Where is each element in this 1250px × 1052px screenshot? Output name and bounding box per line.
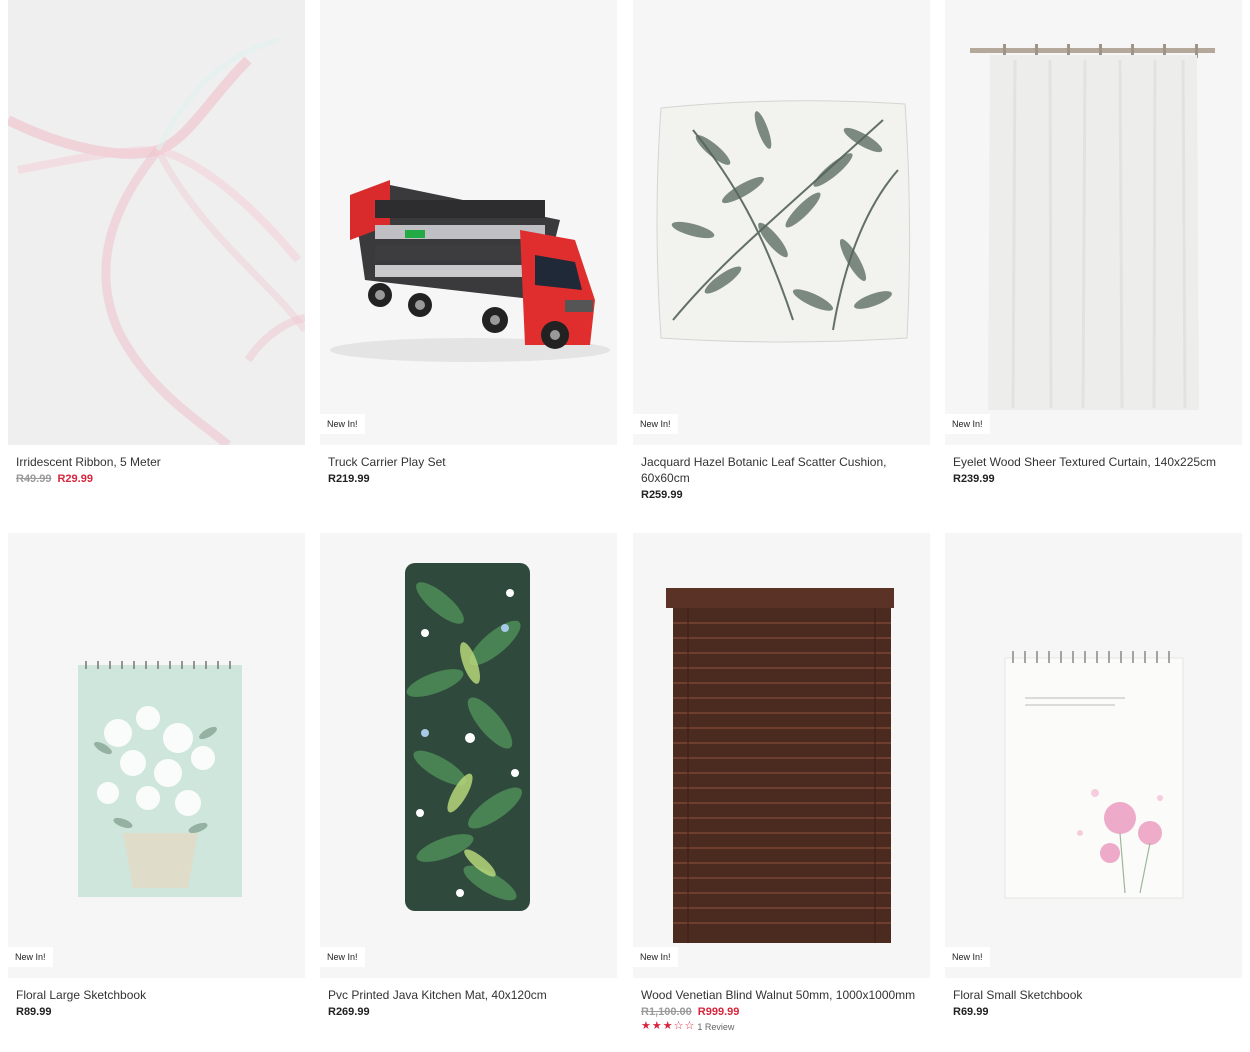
product-title[interactable]: Wood Venetian Blind Walnut 50mm, 1000x10… (641, 987, 922, 1003)
new-in-badge: New In! (633, 947, 678, 967)
price: R269.99 (328, 1006, 370, 1018)
product-card[interactable]: New In! Jacquard Hazel Botanic Leaf Scat… (633, 0, 930, 501)
product-card[interactable]: New In! Floral Large Sketchbook R89.99 (8, 533, 305, 1018)
truck-image (320, 0, 617, 445)
new-in-badge: New In! (633, 414, 678, 434)
kitchen-mat-image (320, 533, 617, 978)
product-title[interactable]: Eyelet Wood Sheer Textured Curtain, 140x… (953, 454, 1234, 470)
product-title[interactable]: Pvc Printed Java Kitchen Mat, 40x120cm (328, 987, 609, 1003)
product-title[interactable]: Irridescent Ribbon, 5 Meter (16, 454, 297, 470)
ribbon-image (8, 0, 305, 445)
product-card[interactable]: Irridescent Ribbon, 5 Meter R49.99 R29.99 (8, 0, 305, 485)
new-in-badge: New In! (320, 414, 365, 434)
product-image[interactable]: New In! (320, 533, 617, 978)
new-in-badge: New In! (945, 947, 990, 967)
product-image[interactable]: New In! (945, 0, 1242, 445)
new-in-badge: New In! (320, 947, 365, 967)
product-grid: Irridescent Ribbon, 5 Meter R49.99 R29.99 (0, 0, 1250, 1052)
product-card[interactable]: New In! Truck Carrier Play Set R219.99 (320, 0, 617, 485)
product-image[interactable]: New In! (633, 0, 930, 445)
price: R259.99 (641, 489, 683, 501)
old-price: R1,100.00 (641, 1006, 692, 1018)
product-card[interactable]: New In! Pvc Printed Java Kitchen Mat, 40… (320, 533, 617, 1018)
price: R239.99 (953, 473, 995, 485)
new-in-badge: New In! (945, 414, 990, 434)
price: R89.99 (16, 1006, 52, 1018)
old-price: R49.99 (16, 473, 52, 485)
venetian-blind-image (633, 533, 930, 978)
new-in-badge: New In! (8, 947, 53, 967)
star-filled-icon: ★ (662, 1020, 673, 1032)
product-title[interactable]: Floral Large Sketchbook (16, 987, 297, 1003)
sale-price: R999.99 (697, 1006, 740, 1018)
product-title[interactable]: Floral Small Sketchbook (953, 987, 1234, 1003)
product-image[interactable]: New In! (8, 533, 305, 978)
product-card[interactable]: New In! Floral Small Sketchbook R69.99 (945, 533, 1242, 1018)
product-card[interactable]: New In! Wood Venetian Blind Walnut 50mm,… (633, 533, 930, 1032)
product-image[interactable] (8, 0, 305, 445)
star-outline-icon: ☆ (684, 1020, 695, 1032)
product-card[interactable]: New In! Eyelet Wood Sheer Textured Curta… (945, 0, 1242, 485)
star-outline-icon: ☆ (673, 1020, 684, 1032)
star-rating[interactable]: ★ ★ ★ ☆ ☆ 1 Review (641, 1021, 922, 1032)
star-filled-icon: ★ (641, 1020, 651, 1032)
review-count[interactable]: 1 Review (697, 1022, 734, 1032)
price: R69.99 (953, 1006, 989, 1018)
sale-price: R29.99 (57, 473, 93, 485)
star-filled-icon: ★ (651, 1020, 662, 1032)
curtain-image (945, 0, 1242, 445)
product-title[interactable]: Jacquard Hazel Botanic Leaf Scatter Cush… (641, 454, 922, 486)
product-image[interactable]: New In! (320, 0, 617, 445)
cushion-image (633, 0, 930, 445)
sketchbook-large-image (8, 533, 305, 978)
price: R219.99 (328, 473, 370, 485)
product-title[interactable]: Truck Carrier Play Set (328, 454, 609, 470)
sketchbook-small-image (945, 533, 1242, 978)
product-image[interactable]: New In! (945, 533, 1242, 978)
product-image[interactable]: New In! (633, 533, 930, 978)
